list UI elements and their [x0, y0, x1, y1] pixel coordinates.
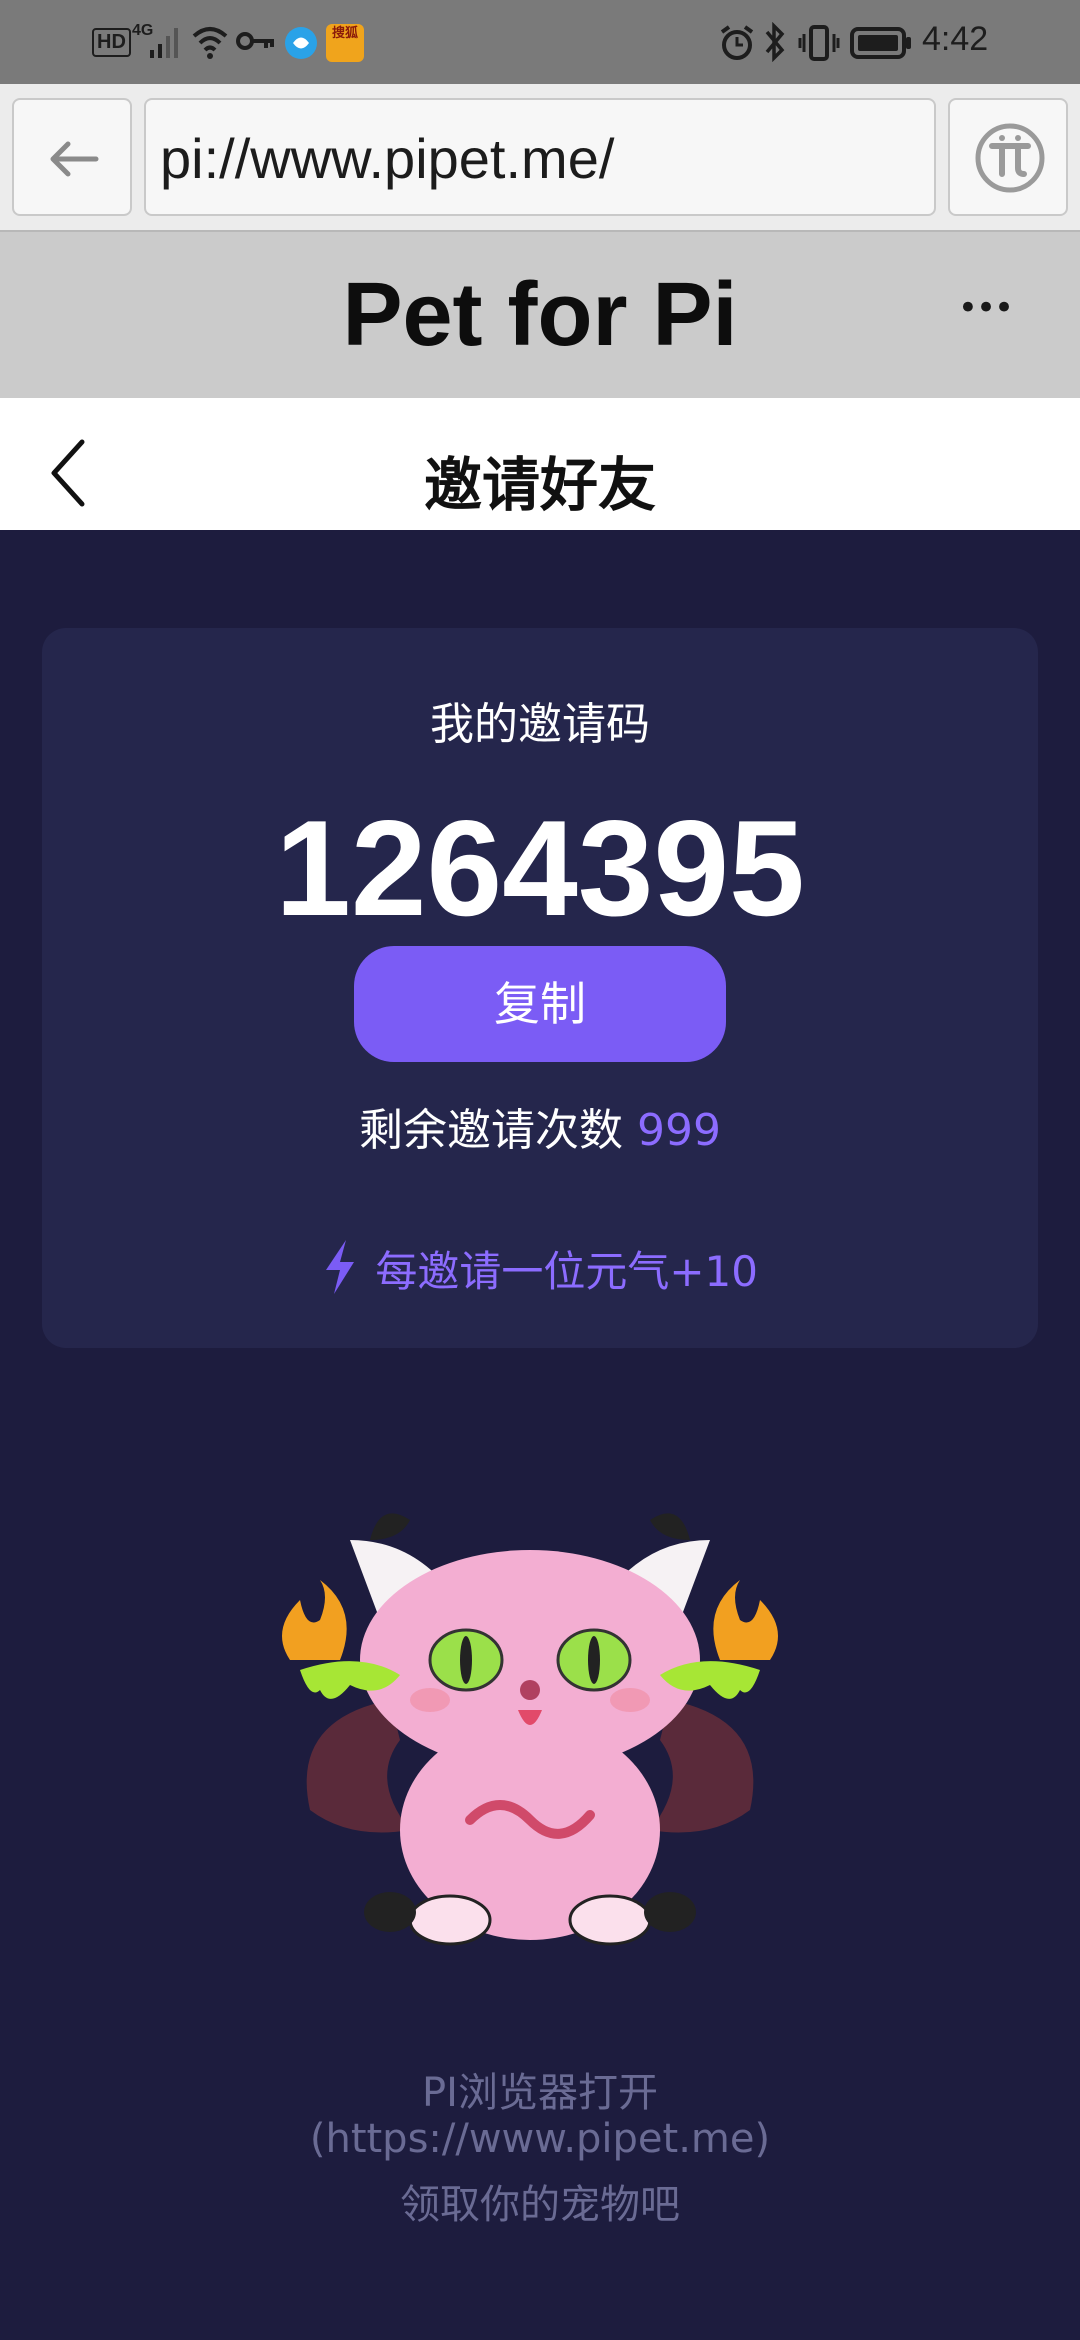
footer-line-2: (https://www.pipet.me)	[309, 2116, 771, 2162]
battery-icon	[850, 27, 911, 59]
remaining-label: 剩余邀请次数	[359, 1105, 623, 1156]
arrow-left-icon	[50, 141, 99, 177]
app-title-bar: Pet for Pi •••	[0, 230, 1080, 398]
back-button[interactable]	[12, 98, 132, 216]
clock: 4:42	[922, 20, 989, 58]
invite-code[interactable]: 1264395	[42, 798, 1038, 938]
wifi-icon	[192, 27, 228, 59]
key-icon	[236, 32, 274, 50]
bluetooth-icon	[765, 22, 785, 62]
status-bar: HD 4G 搜狐 4:42	[0, 0, 1080, 84]
page-header: 邀请好友	[0, 398, 1080, 530]
footer-line-1: PI浏览器打开	[422, 2070, 658, 2116]
app-badge-icon: 搜狐	[326, 24, 364, 62]
vibrate-icon	[798, 25, 840, 61]
page-title: 邀请好友	[423, 451, 656, 519]
more-menu-button[interactable]: •••	[950, 278, 1020, 338]
remaining-count: 999	[637, 1105, 721, 1156]
signal-icon	[150, 28, 178, 58]
reward-info: 每邀请一位元气+10	[42, 1238, 1038, 1299]
invite-card: 我的邀请码 1264395 复制 剩余邀请次数 999 每邀请一位元气+10	[42, 628, 1038, 1348]
invite-code-label: 我的邀请码	[430, 699, 650, 750]
app-title: Pet for Pi	[342, 265, 738, 365]
pi-browser-button[interactable]	[948, 98, 1068, 216]
copy-button-label: 复制	[494, 977, 586, 1031]
url-field[interactable]: pi://www.pipet.me/	[144, 98, 936, 216]
pi-logo-icon	[975, 123, 1045, 193]
footer-line-3: 领取你的宠物吧	[400, 2182, 680, 2228]
alarm-icon	[720, 25, 754, 60]
pet-illustration	[282, 1513, 778, 1946]
more-icon: •••	[957, 288, 1014, 328]
lightning-icon	[326, 1240, 354, 1294]
hd-indicator: HD	[92, 28, 131, 57]
url-text: pi://www.pipet.me/	[160, 127, 615, 190]
browser-toolbar: pi://www.pipet.me/	[0, 84, 1080, 230]
app-notification-icon	[285, 27, 317, 59]
remaining-invites: 剩余邀请次数 999	[42, 1094, 1038, 1158]
reward-text: 每邀请一位元气+10	[375, 1247, 758, 1296]
app-badge-label: 搜狐	[331, 26, 358, 41]
copy-button[interactable]: 复制	[354, 946, 726, 1062]
